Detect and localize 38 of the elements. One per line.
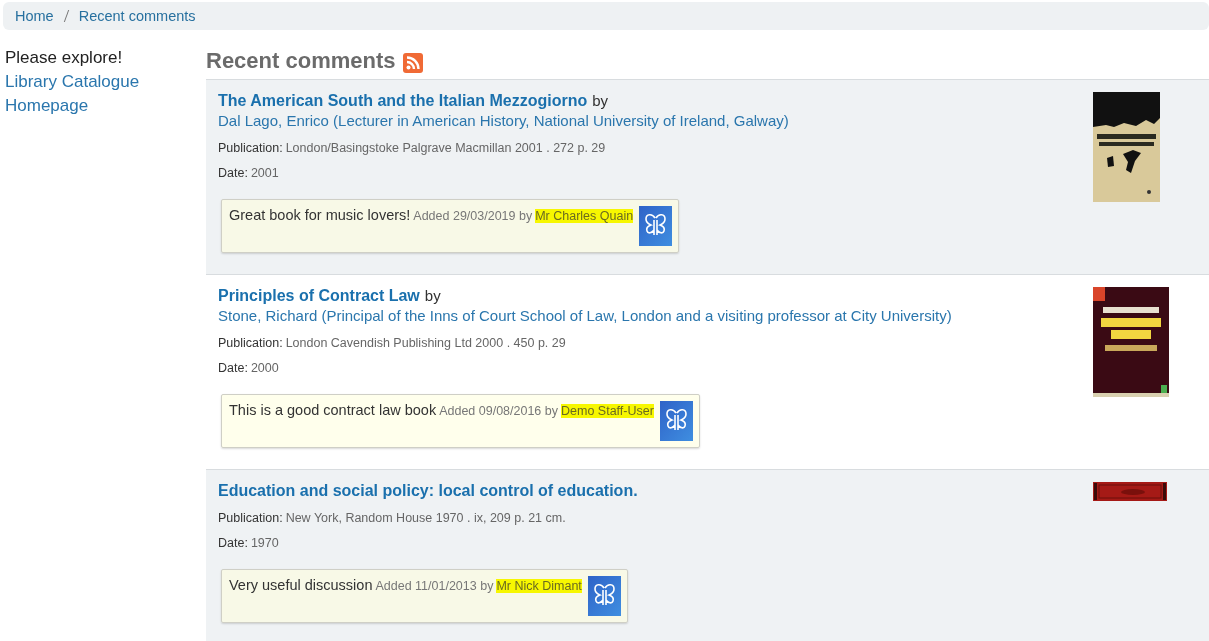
added-text: Added 29/03/2019 by [413,209,533,223]
date-value: 1970 [250,536,279,550]
added-text: Added 11/01/2013 by [375,579,494,593]
sidebar-link[interactable]: Homepage [5,94,206,118]
date-label: Date: [218,361,248,375]
book-title-link[interactable]: Education and social policy: local control of education. [218,481,638,501]
page-heading: Recent comments [206,48,396,74]
book-title-link[interactable]: Principles of Contract Law [218,286,420,306]
comment-text: This is a good contract law book [229,402,437,418]
by-label: by [424,286,441,306]
breadcrumb-link[interactable]: Recent comments [78,8,196,24]
publication-value: London Cavendish Publishing Ltd 2000 . 450 p. 29 [285,336,566,350]
publication-value: London/Basingstoke Palgrave Macmillan 2001 . 272 p. 29 [285,141,606,155]
user-link[interactable]: Demo Staff-User [561,404,654,418]
date-label: Date: [218,166,248,180]
sidebar-intro: Please explore! [5,47,124,69]
user-link[interactable]: Mr Charles Quain [535,209,634,223]
comment-text: Very useful discussion [229,577,373,593]
butterfly-avatar-icon [659,401,693,441]
by-label: by [592,91,609,111]
book-title-link[interactable]: The American South and the Italian Mezzogiorno [218,91,588,111]
butterfly-avatar-icon [587,576,621,616]
author-link[interactable]: Dal Lago, Enrico (Lecturer in American History, National University of Ireland, Galway) [218,111,789,131]
date-value: 2000 [250,361,279,375]
date-value: 2001 [250,166,279,180]
rss-icon[interactable] [402,53,423,73]
publication-label: Publication: [218,336,283,350]
publication-label: Publication: [218,141,283,155]
author-link[interactable]: Stone, Richard (Principal of the Inns of Court School of Law, London and a visiting professor at City University) [218,306,952,326]
butterfly-avatar-icon [639,206,673,246]
breadcrumb-link[interactable]: Home [15,8,54,24]
comment-text: Great book for music lovers! [229,207,411,223]
publication-label: Publication: [218,511,283,525]
user-link[interactable]: Mr Nick Dimant [496,579,582,593]
sidebar-link[interactable]: Library Catalogue [5,70,206,94]
date-label: Date: [218,536,248,550]
publication-value: New York, Random House 1970 . ix, 209 p. 21 cm. [285,511,566,525]
added-text: Added 09/08/2016 by [439,404,558,418]
